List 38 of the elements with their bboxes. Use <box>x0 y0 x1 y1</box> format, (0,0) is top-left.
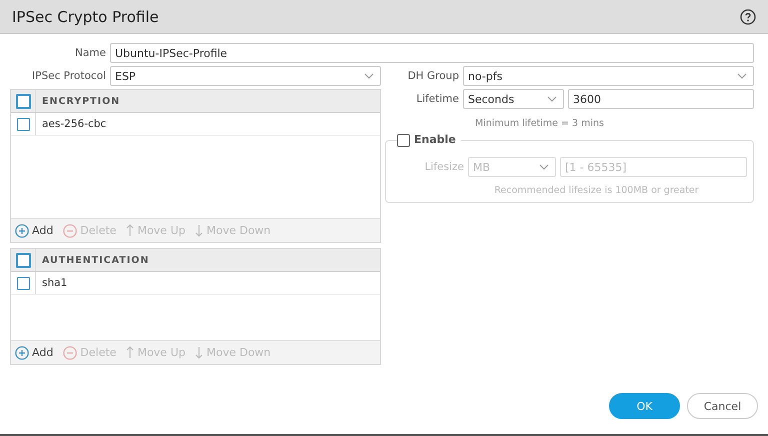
table-cell-text: aes-256-cbc <box>41 117 106 132</box>
chevron-icon <box>547 96 557 102</box>
field-label: IPSec Protocol <box>31 70 106 82</box>
add-button[interactable]: Add <box>15 346 54 360</box>
window-title: IPSec Crypto Profile <box>12 8 159 26</box>
down-arrow-icon <box>195 224 204 237</box>
hint-text: Recommended lifesize is 100MB or greater <box>494 185 699 196</box>
field-label: Name <box>74 47 106 59</box>
checkbox[interactable] <box>397 134 410 146</box>
checkbox[interactable] <box>16 94 30 108</box>
dh-group-dropdown[interactable]: no-pfs <box>463 66 754 86</box>
column-header: ENCRYPTION <box>41 94 120 108</box>
lifetime-field[interactable]: 3600 <box>568 89 754 109</box>
field-label: Lifetime <box>415 93 459 105</box>
chevron-icon <box>539 164 549 170</box>
checkbox[interactable] <box>16 252 30 268</box>
up-arrow-icon <box>126 224 134 237</box>
minus-circle-icon <box>63 224 78 238</box>
protocol-dropdown[interactable]: ESP <box>110 66 381 86</box>
up-arrow-icon <box>126 346 134 359</box>
checkbox[interactable] <box>16 118 30 130</box>
hint-text: Minimum lifetime = 3 mins <box>475 118 604 129</box>
chevron-icon <box>364 73 374 79</box>
help-icon <box>740 8 756 24</box>
field-label: Lifesize <box>424 161 464 173</box>
column-header: AUTHENTICATION <box>41 254 150 268</box>
down-arrow-icon <box>195 346 204 359</box>
minus-circle-icon <box>63 346 78 360</box>
cancel-button[interactable]: Cancel <box>687 393 758 419</box>
add-button[interactable]: Add <box>15 224 54 238</box>
plus-circle-icon <box>15 224 29 238</box>
unit-dropdown[interactable]: Seconds <box>463 89 564 109</box>
chevron-icon <box>737 73 747 79</box>
checkbox[interactable] <box>16 276 30 290</box>
field-label: DH Group <box>406 70 459 82</box>
table-cell-text: sha1 <box>41 276 68 291</box>
name-field[interactable]: Ubuntu-IPSec-Profile <box>110 43 754 63</box>
plus-circle-icon <box>15 346 29 360</box>
